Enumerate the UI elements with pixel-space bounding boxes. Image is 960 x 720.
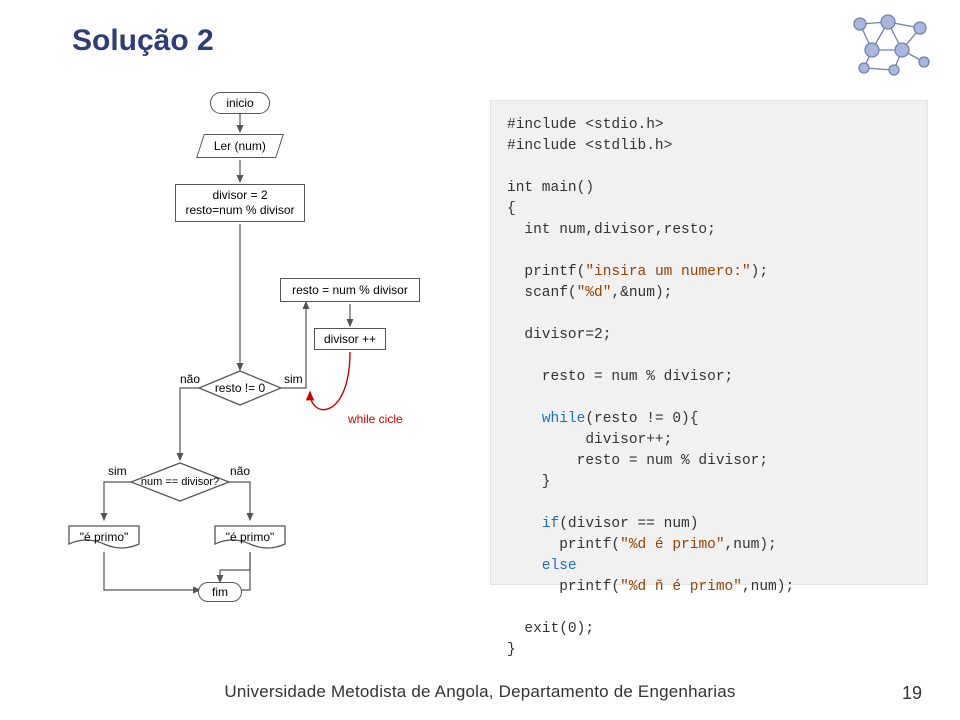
flow-cond-resto: resto != 0	[198, 370, 282, 406]
page-number: 19	[902, 683, 922, 704]
flow-start: inicio	[210, 92, 270, 114]
flow-input: Ler (num)	[196, 134, 284, 158]
label-sim2: sim	[108, 464, 127, 478]
footer-text: Universidade Metodista de Angola, Depart…	[0, 682, 960, 702]
flow-end: fim	[198, 582, 242, 602]
label-nao1: não	[180, 372, 200, 386]
network-logo-icon	[844, 12, 936, 78]
label-while: while cicle	[348, 412, 403, 426]
code-block: #include <stdio.h> #include <stdlib.h> i…	[490, 100, 928, 585]
flow-init-block: divisor = 2 resto=num % divisor	[175, 184, 305, 222]
flow-cond-num: num == divisor?	[130, 462, 230, 502]
label-sim1: sim	[284, 372, 303, 386]
flow-output-primo2: "é primo"	[214, 522, 286, 552]
flow-divpp: divisor ++	[314, 328, 386, 350]
flow-resto-block: resto = num % divisor	[280, 278, 420, 302]
flow-output-primo1: "é primo"	[68, 522, 140, 552]
page-title: Solução 2	[72, 24, 214, 58]
label-nao2: não	[230, 464, 250, 478]
flowchart: inicio Ler (num) divisor = 2 resto=num %…	[60, 90, 470, 620]
